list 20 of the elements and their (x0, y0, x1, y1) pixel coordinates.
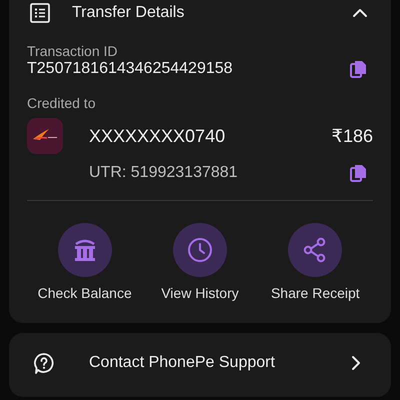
section-title: Transfer Details (72, 4, 186, 22)
transaction-id: T2507181614346254429158 (27, 60, 233, 78)
help-icon (33, 352, 55, 374)
action-label: Share Receipt (270, 284, 360, 302)
action-label: View History (161, 284, 239, 302)
utr-number: UTR: 519923137881 (89, 164, 238, 182)
account-number: XXXXXXXX0740 (89, 126, 226, 146)
list-icon (30, 3, 50, 23)
clock-icon (186, 237, 213, 263)
collapse-chevron-icon[interactable] (352, 7, 368, 19)
action-label: Check Balance (38, 284, 132, 302)
support-label: Contact PhonePe Support (89, 354, 276, 372)
support-row[interactable]: Contact PhonePe Support (9, 333, 391, 397)
field-label: Transaction ID (27, 43, 119, 59)
copy-icon[interactable] (350, 60, 367, 78)
bank-logo-icon (27, 118, 63, 154)
copy-icon[interactable] (350, 164, 367, 182)
field-label: Credited to (27, 95, 96, 111)
chevron-right-icon (351, 355, 361, 371)
amount: ₹186 (332, 126, 373, 146)
